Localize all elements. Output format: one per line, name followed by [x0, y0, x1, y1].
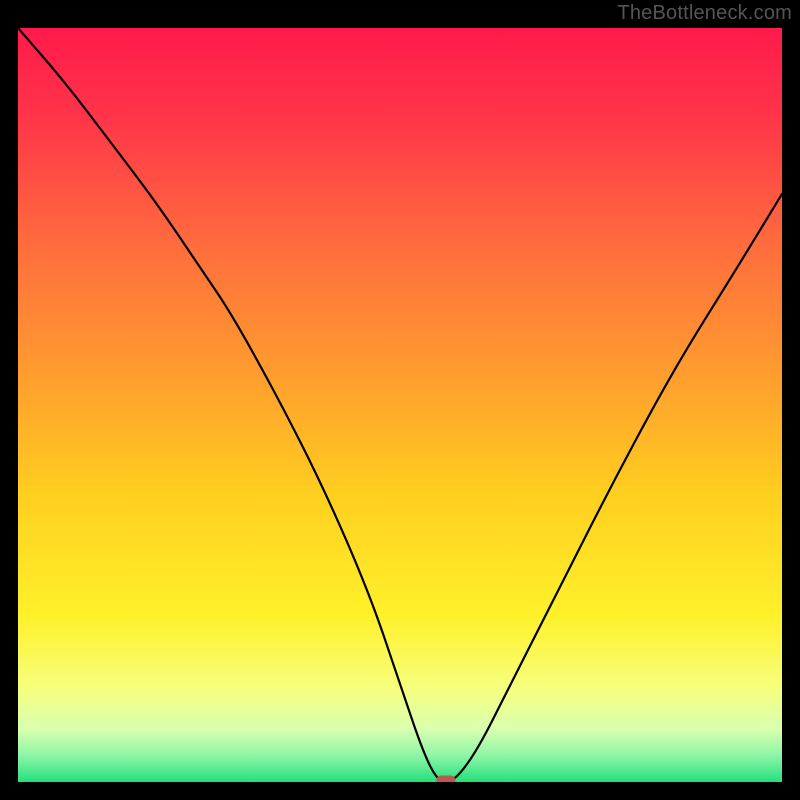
chart-frame: TheBottleneck.com — [0, 0, 800, 800]
chart-svg — [18, 28, 782, 782]
gradient-background — [18, 28, 782, 782]
watermark-text: TheBottleneck.com — [617, 2, 792, 25]
plot-area — [18, 28, 782, 782]
optimal-point-marker — [437, 776, 455, 782]
